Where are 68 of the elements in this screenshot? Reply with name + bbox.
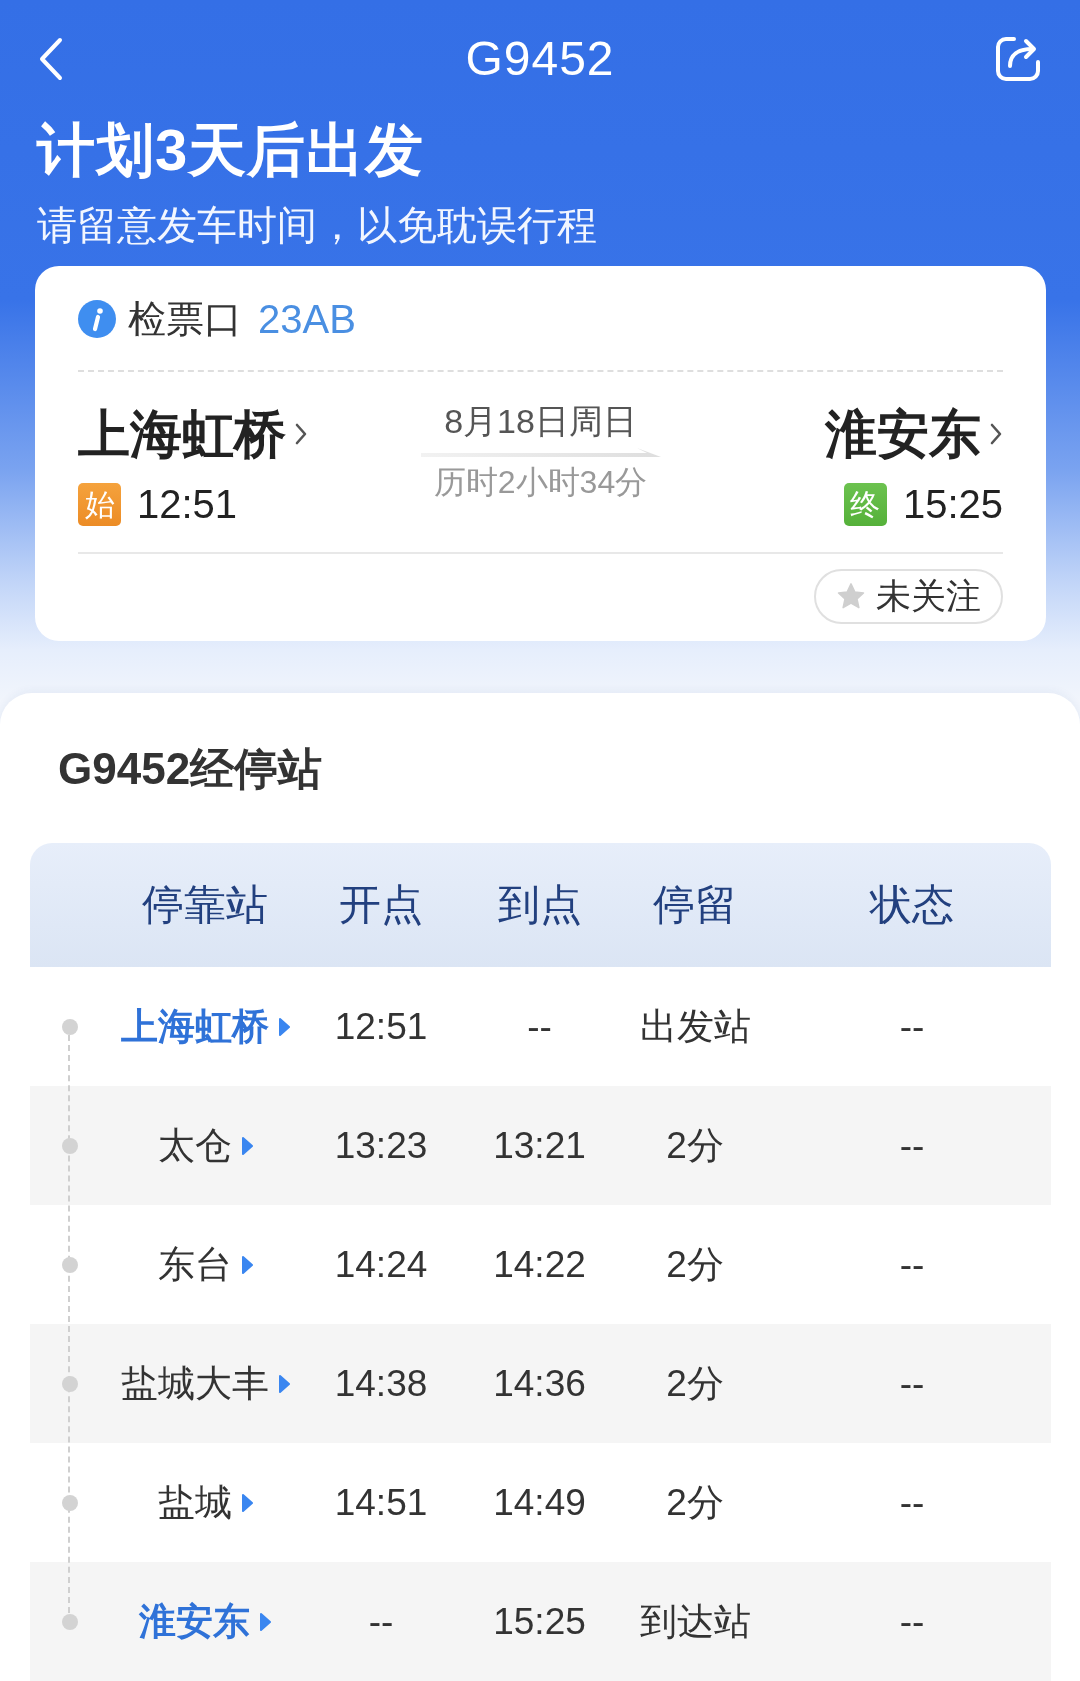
table-cell-text: -- — [526, 1004, 553, 1049]
column-header: 状态 — [868, 880, 955, 930]
arrival-time: 15:25 — [902, 481, 1003, 527]
table-cell-text: -- — [898, 1361, 926, 1406]
table-cell-text: 出发站 — [638, 1004, 752, 1049]
column-header: 到点 — [496, 880, 583, 930]
station-link[interactable]: 盐城 — [157, 1479, 253, 1526]
trip-duration: 历时2小时34分 — [433, 463, 648, 502]
stop-dot-icon — [62, 1137, 78, 1154]
chevron-right-icon — [294, 421, 308, 447]
gate-number: 23AB — [258, 296, 356, 343]
table-cell-text: -- — [898, 1123, 926, 1168]
table-cell-text: 14:22 — [492, 1242, 587, 1287]
station-link[interactable]: 东台 — [157, 1241, 253, 1288]
caret-right-icon — [259, 1611, 271, 1632]
destination-badge: 终 — [843, 482, 887, 526]
caret-right-icon — [277, 1373, 290, 1394]
follow-button[interactable]: 未关注 — [814, 569, 1003, 624]
share-icon[interactable] — [994, 35, 1042, 83]
gate-label: 检票口 — [128, 297, 242, 342]
table-cell-text: -- — [898, 1599, 926, 1644]
stop-dot-icon — [62, 1613, 78, 1630]
stop-dot-icon — [62, 1018, 78, 1035]
caret-right-icon — [240, 1254, 253, 1275]
info-icon — [78, 300, 116, 338]
chevron-right-icon — [989, 421, 1003, 447]
headline: 计划3天后出发 — [37, 118, 425, 182]
stop-dot-icon — [62, 1375, 78, 1392]
column-header: 停靠站 — [141, 880, 269, 930]
table-cell-text: 13:21 — [492, 1123, 587, 1168]
origin-badge: 始 — [78, 482, 121, 526]
table-cell-text: 15:25 — [492, 1599, 587, 1644]
table-cell-text: 2分 — [665, 1480, 725, 1525]
stop-dot-icon — [62, 1494, 78, 1511]
table-cell-text: 14:24 — [333, 1242, 429, 1287]
table-cell-text: 2分 — [665, 1242, 725, 1287]
station-link[interactable]: 盐城大丰 — [120, 1360, 290, 1407]
station-link[interactable]: 淮安东 — [139, 1598, 271, 1645]
caret-right-icon — [240, 1492, 253, 1513]
travel-date: 8月18日周日 — [444, 401, 637, 441]
table-cell-text: 12:51 — [333, 1004, 429, 1049]
page-title: G9452 — [465, 31, 615, 87]
caret-right-icon — [240, 1135, 253, 1156]
table-cell-text: 到达站 — [638, 1599, 752, 1644]
table-cell-text: 14:51 — [333, 1480, 429, 1525]
arrow-icon — [420, 448, 661, 457]
back-icon[interactable] — [38, 37, 64, 81]
station-link[interactable]: 上海虹桥 — [78, 402, 421, 466]
section-title: G9452经停站 — [58, 743, 323, 795]
table-cell-text: 2分 — [665, 1123, 725, 1168]
station-link[interactable]: 太仓 — [157, 1122, 253, 1169]
table-cell-text: -- — [898, 1004, 926, 1049]
column-header: 停留 — [652, 880, 738, 930]
station-link[interactable]: 淮安东 — [825, 402, 1003, 466]
departure-time: 12:51 — [137, 481, 238, 527]
stop-dot-icon — [62, 1256, 78, 1273]
column-header: 开点 — [338, 880, 424, 930]
table-cell-text: 13:23 — [333, 1123, 429, 1168]
table-cell-text: 14:36 — [492, 1361, 587, 1406]
caret-right-icon — [277, 1016, 290, 1037]
subtitle: 请留意发车时间，以免耽误行程 — [37, 202, 597, 249]
table-cell-text: 2分 — [665, 1361, 725, 1406]
table-cell-text: -- — [367, 1599, 395, 1644]
table-cell-text: 14:49 — [492, 1480, 587, 1525]
table-cell-text: -- — [898, 1480, 926, 1525]
station-link[interactable]: 上海虹桥 — [120, 1003, 290, 1050]
table-cell-text: 14:38 — [333, 1361, 429, 1406]
table-cell-text: -- — [898, 1242, 926, 1287]
